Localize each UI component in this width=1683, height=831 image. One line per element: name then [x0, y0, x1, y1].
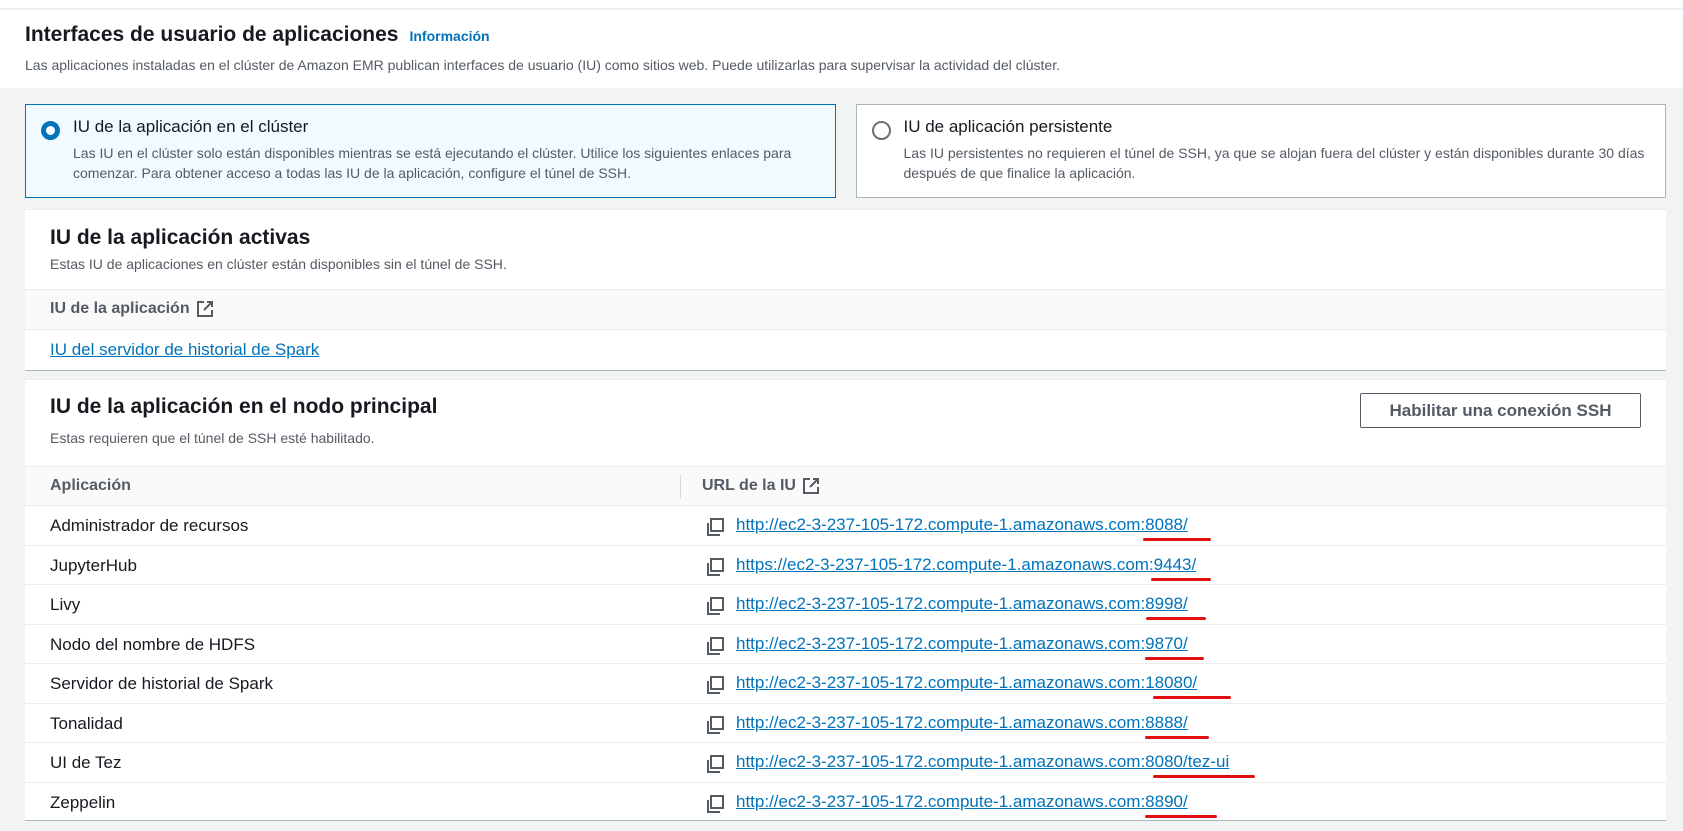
page-header: Interfaces de usuario de aplicaciones In… — [0, 10, 1683, 88]
ui-url-link[interactable]: http://ec2-3-237-105-172.compute-1.amazo… — [736, 792, 1188, 812]
table-header: IU de la aplicación — [25, 289, 1666, 330]
external-link-icon — [196, 300, 214, 318]
ui-type-selector: IU de la aplicación en el clúster Las IU… — [25, 104, 1666, 198]
panel-description: Estas requieren que el túnel de SSH esté… — [50, 430, 375, 446]
page-title: Interfaces de usuario de aplicaciones — [25, 23, 399, 46]
app-name: Zeppelin — [50, 792, 116, 812]
top-strip — [0, 0, 1683, 9]
red-underline-annotation — [1145, 735, 1209, 739]
enable-ssh-button[interactable]: Habilitar una conexión SSH — [1360, 393, 1641, 428]
table-row: Servidor de historial de Spark http://ec… — [25, 664, 1666, 704]
copy-icon[interactable] — [705, 675, 725, 695]
table-row: Nodo del nombre de HDFS http://ec2-3-237… — [25, 625, 1666, 664]
active-ui-panel: IU de la aplicación activas Estas IU de … — [25, 209, 1666, 371]
tile-on-cluster[interactable]: IU de la aplicación en el clúster Las IU… — [25, 104, 836, 198]
copy-icon[interactable] — [705, 754, 725, 774]
radio-on-cluster[interactable] — [41, 121, 60, 140]
copy-icon[interactable] — [705, 794, 725, 814]
ui-url-link[interactable]: http://ec2-3-237-105-172.compute-1.amazo… — [736, 673, 1197, 693]
copy-icon[interactable] — [705, 517, 725, 537]
ui-url-link[interactable]: http://ec2-3-237-105-172.compute-1.amazo… — [736, 634, 1188, 654]
ui-url-link[interactable]: https://ec2-3-237-105-172.compute-1.amaz… — [736, 555, 1196, 575]
copy-icon[interactable] — [705, 636, 725, 656]
tile-description: Las IU persistentes no requieren el túne… — [903, 145, 1645, 181]
panel-description: Estas IU de aplicaciones en clúster está… — [50, 256, 507, 272]
table-row: Tonalidad http://ec2-3-237-105-172.compu… — [25, 704, 1666, 743]
ui-url-link[interactable]: http://ec2-3-237-105-172.compute-1.amazo… — [736, 713, 1188, 733]
copy-icon[interactable] — [705, 557, 725, 577]
tile-title: IU de aplicación persistente — [903, 117, 1113, 136]
red-underline-annotation — [1143, 538, 1211, 541]
panel-heading: IU de la aplicación en el nodo principal — [50, 395, 438, 418]
app-name: Livy — [50, 595, 81, 614]
red-underline-annotation — [1146, 617, 1206, 620]
table-row: UI de Tez http://ec2-3-237-105-172.compu… — [25, 743, 1666, 783]
table-header: Aplicación URL de la IU — [25, 466, 1666, 506]
app-name: Nodo del nombre de HDFS — [50, 634, 256, 654]
copy-icon[interactable] — [705, 715, 725, 735]
red-underline-annotation — [1145, 656, 1204, 660]
app-name: Tonalidad — [50, 713, 123, 733]
table-row: JupyterHub https://ec2-3-237-105-172.com… — [25, 546, 1666, 585]
table-body: Administrador de recursos http://ec2-3-2… — [25, 506, 1666, 822]
tile-description: Las IU en el clúster solo están disponib… — [73, 145, 792, 181]
app-name: UI de Tez — [50, 753, 122, 772]
app-name: JupyterHub — [50, 555, 137, 575]
copy-icon[interactable] — [705, 596, 725, 616]
column-header-app-ui: IU de la aplicación — [50, 300, 214, 318]
app-name: Administrador de recursos — [50, 516, 249, 535]
table-row: Administrador de recursos http://ec2-3-2… — [25, 506, 1666, 546]
panel-heading: IU de la aplicación activas — [50, 226, 311, 249]
column-header-url: URL de la IU — [702, 477, 820, 495]
tile-persistent[interactable]: IU de aplicación persistente Las IU pers… — [855, 104, 1666, 198]
info-link[interactable]: Información — [409, 28, 489, 44]
column-divider[interactable] — [680, 475, 681, 499]
radio-persistent[interactable] — [871, 121, 891, 140]
app-name: Servidor de historial de Spark — [50, 674, 274, 693]
external-link-icon — [802, 477, 820, 495]
red-underline-annotation — [1153, 696, 1231, 699]
column-header-application: Aplicación — [50, 477, 131, 494]
table-row: Livy http://ec2-3-237-105-172.compute-1.… — [25, 585, 1666, 625]
page-description: Las aplicaciones instaladas en el clúste… — [25, 57, 1060, 73]
red-underline-annotation — [1151, 577, 1211, 581]
table-row: Zeppelin http://ec2-3-237-105-172.comput… — [25, 783, 1666, 823]
ui-url-link[interactable]: http://ec2-3-237-105-172.compute-1.amazo… — [736, 594, 1188, 614]
primary-node-panel: IU de la aplicación en el nodo principal… — [25, 379, 1666, 821]
red-underline-annotation — [1145, 814, 1217, 818]
app-ui-page: Interfaces de usuario de aplicaciones In… — [0, 0, 1683, 831]
spark-history-link[interactable]: IU del servidor de historial de Spark — [50, 340, 319, 360]
red-underline-annotation — [1153, 775, 1255, 778]
ui-url-link[interactable]: http://ec2-3-237-105-172.compute-1.amazo… — [736, 752, 1229, 772]
tile-title: IU de la aplicación en el clúster — [73, 117, 309, 136]
ui-url-link[interactable]: http://ec2-3-237-105-172.compute-1.amazo… — [736, 515, 1188, 535]
